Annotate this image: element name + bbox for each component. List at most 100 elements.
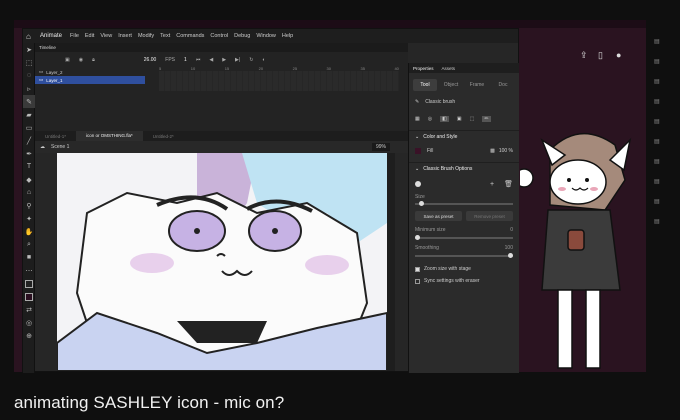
menu-debug[interactable]: Debug [234,33,250,39]
frame-grid[interactable] [159,71,399,91]
remove-preset-button[interactable]: Remove preset [466,211,513,221]
video-title[interactable]: animating SASHLEY icon - mic on? [14,393,284,413]
slider-knob[interactable] [415,235,420,240]
brush-mode-icon[interactable]: ▦ [415,116,420,122]
share-icon[interactable]: ⇪ [580,50,588,61]
fill-opacity[interactable]: 100 % [499,148,513,154]
brush-mode-icon[interactable]: ⬚ [470,116,475,122]
menu-insert[interactable]: Insert [118,33,132,39]
zoom-level[interactable]: 99% [371,143,390,151]
line-tool-icon[interactable]: ╱ [23,134,35,147]
pen-tool-icon[interactable]: ✒ [23,147,35,160]
fps-value[interactable]: 26.00 [144,57,157,63]
first-frame-icon[interactable]: ⏮ [196,57,201,63]
prev-frame-icon[interactable]: ◀ [209,57,213,63]
layer-row-selected[interactable]: ▭ Layer_1 [35,76,145,84]
checkbox-unchecked[interactable] [415,278,420,284]
rail-icon[interactable]: ▤ [654,118,680,125]
stroke-color-swatch[interactable] [23,277,35,290]
slider-knob[interactable] [419,201,424,206]
tab-doc[interactable]: Doc [491,79,515,91]
object-drawing-icon[interactable]: ◎ [23,316,35,329]
layer-lock-icon[interactable]: 🔒︎ [92,57,95,63]
layer-eye-icon[interactable]: ◉ [79,57,83,63]
brush-shape-icon[interactable] [415,181,421,187]
menu-modify[interactable]: Modify [138,33,154,39]
subselect-tool-icon[interactable]: ▹ [23,82,35,95]
fill-pattern-icon[interactable]: ▩ [490,148,495,154]
rail-icon[interactable]: ▤ [654,58,680,65]
eyedropper-icon[interactable]: ⚲ [23,199,35,212]
eraser-tool-icon[interactable]: ▰ [23,108,35,121]
add-shape-icon[interactable]: + [490,181,494,188]
onion-skin-icon[interactable]: ◐ [262,57,265,63]
doc-tab[interactable]: Untitled-1* [35,134,76,139]
fill-swatch[interactable] [415,148,421,154]
brush-tool-icon[interactable]: ✎ [23,95,35,108]
menu-commands[interactable]: Commands [176,33,204,39]
channel-icon[interactable]: ● [616,50,621,60]
menu-view[interactable]: View [100,33,112,39]
bone-tool-icon[interactable]: ✦ [23,212,35,225]
paint-bucket-icon[interactable]: ◆ [23,173,35,186]
rail-icon[interactable]: ▤ [654,198,680,205]
stage-canvas[interactable] [57,153,387,371]
tab-properties[interactable]: Properties [413,66,434,71]
loop-icon[interactable]: ↻ [249,57,253,63]
home-icon[interactable]: ⌂ [26,32,35,41]
brush-mode-icon[interactable]: ◎ [428,116,432,122]
rail-icon[interactable]: ▤ [654,78,680,85]
more-tools-icon[interactable]: ⋯ [23,264,35,277]
min-size-value[interactable]: 0 [510,227,513,233]
color-style-section[interactable]: ⌄ Color and Style [409,130,519,142]
menu-file[interactable]: File [70,33,79,39]
save-preset-button[interactable]: Save as preset [415,211,462,221]
next-frame-icon[interactable]: ▶| [235,57,240,63]
video-frame[interactable]: ⌂ Animate File Edit View Insert Modify T… [14,20,646,373]
menu-help[interactable]: Help [282,33,293,39]
size-slider[interactable] [415,201,513,206]
rail-icon[interactable]: ▤ [654,178,680,185]
ink-bottle-icon[interactable]: ⌂ [23,186,35,199]
min-size-slider[interactable] [415,235,513,240]
layer-folder-icon[interactable]: ▣ [65,57,70,63]
rectangle-tool-icon[interactable]: ▭ [23,121,35,134]
tab-assets[interactable]: Assets [442,66,456,71]
lasso-tool-icon[interactable]: ◌ [23,69,35,82]
fill-color-swatch[interactable] [23,290,35,303]
text-tool-icon[interactable]: T [23,160,35,173]
checkbox-checked[interactable] [415,266,420,272]
play-icon[interactable]: ▶ [222,57,226,63]
rail-icon[interactable]: ▤ [654,38,680,45]
smoothing-slider[interactable] [415,253,513,258]
selection-tool-icon[interactable]: ➤ [23,43,35,56]
stage-scrollbar[interactable] [387,153,395,371]
scene-name[interactable]: Scene 1 [51,144,69,150]
tab-object[interactable]: Object [439,79,463,91]
zoom-tool-icon[interactable]: ⌕ [23,238,35,251]
brush-mode-icon[interactable]: ◧ [440,116,449,122]
transform-tool-icon[interactable]: ⬚ [23,56,35,69]
smoothing-value[interactable]: 100 [505,245,513,251]
rail-icon[interactable]: ▤ [654,138,680,145]
rail-icon[interactable]: ▤ [654,98,680,105]
tab-frame[interactable]: Frame [465,79,489,91]
current-frame[interactable]: 1 [184,57,187,63]
save-icon[interactable]: ▯ [598,50,603,61]
menu-window[interactable]: Window [256,33,276,39]
menu-text[interactable]: Text [160,33,170,39]
rail-icon[interactable]: ▤ [654,158,680,165]
doc-tab-active[interactable]: icon or OMSTHING.fla* [76,131,143,141]
swap-colors-icon[interactable]: ⇄ [23,303,35,316]
brush-mode-icon[interactable]: ▣ [457,116,462,122]
doc-tab[interactable]: Untitled-2* [143,134,184,139]
sync-eraser-option[interactable]: Sync settings with eraser [409,275,519,287]
camera-tool-icon[interactable]: ■ [23,251,35,264]
pressure-icon[interactable]: ✏ [482,116,491,122]
snap-icon[interactable]: ⊕ [23,329,35,342]
zoom-stage-option[interactable]: Zoom size with stage [409,263,519,275]
brush-options-section[interactable]: ⌄ Classic Brush Options [409,162,519,174]
slider-knob[interactable] [508,253,513,258]
tab-tool[interactable]: Tool [413,79,437,91]
menu-edit[interactable]: Edit [85,33,94,39]
